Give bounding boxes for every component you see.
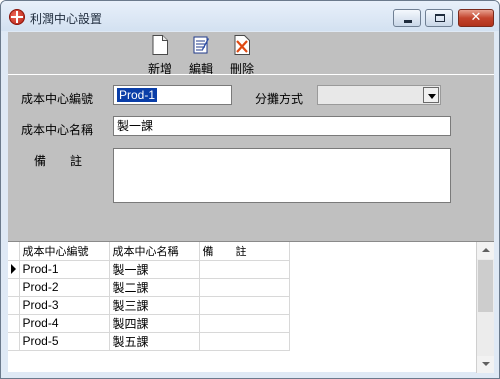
column-header-name[interactable]: 成本中心名稱 [109,242,200,261]
table-row[interactable]: Prod-3 製三課 [8,296,290,315]
cell-code[interactable]: Prod-1 [19,260,110,279]
close-button[interactable]: ✕ [458,9,494,27]
title-bar[interactable]: 利潤中心設置 ✕ [1,1,499,31]
table-header-row: 成本中心編號 成本中心名稱 備 註 [8,242,290,261]
cell-code[interactable]: Prod-4 [19,314,110,333]
alloc-label: 分攤方式 [255,92,304,106]
cell-name[interactable]: 製四課 [109,314,200,333]
scroll-down-icon[interactable] [477,356,494,373]
cell-remark[interactable] [199,314,290,333]
delete-document-icon [234,35,250,55]
window-title: 利潤中心設置 [30,12,103,26]
table-row[interactable]: Prod-2 製二課 [8,278,290,297]
table-row[interactable]: Prod-4 製四課 [8,314,290,333]
current-row-arrow-icon [11,264,16,274]
alloc-select[interactable] [317,85,441,105]
row-selector[interactable] [8,314,20,333]
cell-remark[interactable] [199,278,290,297]
scroll-thumb[interactable] [478,260,493,312]
row-selector[interactable] [8,332,20,351]
cell-remark[interactable] [199,332,290,351]
minimize-button[interactable] [393,9,421,27]
row-selector[interactable] [8,278,20,297]
code-input[interactable]: Prod-1 [113,85,232,105]
column-header-remark[interactable]: 備 註 [199,242,290,261]
scroll-up-icon[interactable] [477,242,494,259]
cell-remark[interactable] [199,260,290,279]
name-input[interactable]: 製一課 [113,116,451,136]
cell-remark[interactable] [199,296,290,315]
maximize-button[interactable] [425,9,453,27]
row-selector[interactable] [8,296,20,315]
cost-center-table: 成本中心編號 成本中心名稱 備 註 Prod-1 製一課 Prod-2 製二課 … [8,242,290,351]
maximize-icon [435,14,445,22]
app-icon [9,9,25,25]
remark-textarea[interactable] [113,148,451,203]
app-window: 利潤中心設置 ✕ 新增 編輯 刪除 成本中心編號 Prod-1 分攤方式 成本中… [0,0,500,379]
close-icon: ✕ [470,10,482,25]
row-header-corner [8,242,20,261]
row-selector[interactable] [8,260,20,279]
edit-button[interactable]: 編輯 [183,35,219,76]
minimize-icon [404,20,412,23]
add-button[interactable]: 新增 [142,35,178,76]
table-row[interactable]: Prod-1 製一課 [8,260,290,279]
code-value: Prod-1 [117,88,158,102]
table-row[interactable]: Prod-5 製五課 [8,332,290,351]
name-label: 成本中心名稱 [21,123,94,137]
remark-label: 備 註 [34,154,83,168]
chevron-down-icon[interactable] [423,87,439,103]
cell-code[interactable]: Prod-3 [19,296,110,315]
edit-document-icon [193,36,209,54]
column-header-code[interactable]: 成本中心編號 [19,242,110,261]
cell-name[interactable]: 製二課 [109,278,200,297]
name-value: 製一課 [117,119,154,133]
edit-form: 成本中心編號 Prod-1 分攤方式 成本中心名稱 製一課 備 註 [8,74,494,241]
delete-button[interactable]: 刪除 [224,35,260,76]
data-grid: 成本中心編號 成本中心名稱 備 註 Prod-1 製一課 Prod-2 製二課 … [8,241,494,373]
cell-code[interactable]: Prod-5 [19,332,110,351]
cell-name[interactable]: 製三課 [109,296,200,315]
toolbar: 新增 編輯 刪除 [8,32,494,76]
vertical-scrollbar[interactable] [476,242,494,373]
cell-name[interactable]: 製一課 [109,260,200,279]
new-document-icon [152,35,168,55]
code-label: 成本中心編號 [21,92,94,106]
cell-name[interactable]: 製五課 [109,332,200,351]
client-area: 新增 編輯 刪除 成本中心編號 Prod-1 分攤方式 成本中心名稱 製一課 備… [8,32,494,373]
cell-code[interactable]: Prod-2 [19,278,110,297]
